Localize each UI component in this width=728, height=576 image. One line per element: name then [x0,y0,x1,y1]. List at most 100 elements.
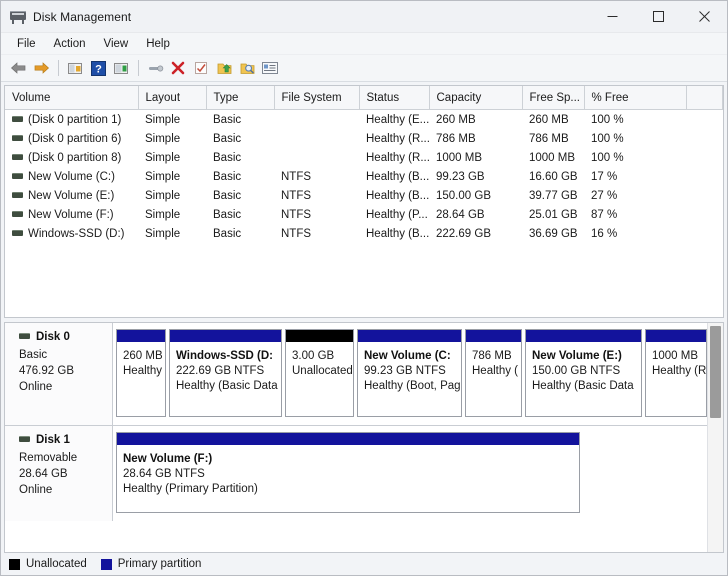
cell-spacer [686,148,723,167]
cell-layout: Simple [145,170,181,183]
cell-spacer [686,205,723,224]
partition-block[interactable]: 260 MB Healthy [116,329,166,417]
scrollbar-thumb[interactable] [710,326,721,418]
table-row[interactable]: (Disk 0 partition 1) Simple Basic Health… [5,110,723,130]
column-type[interactable]: Type [206,86,275,110]
window-controls [589,1,727,32]
menu-view[interactable]: View [95,36,138,52]
disk-pane-scrollbar[interactable] [707,323,723,552]
cell-volume: New Volume (C:) [5,167,138,186]
cell-volume: New Volume (F:) [5,205,138,224]
svg-text:?: ? [95,63,102,75]
table-row[interactable]: (Disk 0 partition 6) Simple Basic Health… [5,129,723,148]
legend-unallocated-label: Unallocated [26,558,87,570]
menu-action[interactable]: Action [45,36,95,52]
checkmark-button[interactable] [190,57,212,79]
show-hide-console-tree-button[interactable]: ? [87,57,109,79]
cell-volume: (Disk 0 partition 6) [5,129,138,148]
partition-name: Windows-SSD (D: [176,350,273,362]
partition-block[interactable]: New Volume (F:) 28.64 GB NTFS Healthy (P… [116,432,580,513]
window-title: Disk Management [33,9,132,24]
minimize-icon[interactable] [589,1,635,32]
table-row[interactable]: New Volume (E:) Simple Basic NTFS Health… [5,186,723,205]
column-layout[interactable]: Layout [138,86,207,110]
menu-file[interactable]: File [8,36,45,52]
disk-icon [19,435,30,442]
list-view-button[interactable] [259,57,281,79]
disk-row-1[interactable]: Disk 1 Removable 28.64 GB Online New Vol… [5,426,723,521]
column-capacity[interactable]: Capacity [429,86,523,110]
up-one-level-button[interactable] [64,57,86,79]
cell-file-system: NTFS [281,189,312,202]
column-status[interactable]: Status [359,86,430,110]
delete-button[interactable] [167,57,189,79]
cell-layout: Simple [145,227,181,240]
partition-color-bar [170,330,281,343]
partition-block[interactable]: 786 MB Healthy ( [465,329,522,417]
cell-volume: Windows-SSD (D:) [5,224,138,243]
new-volume-button[interactable] [213,57,235,79]
title-bar: Disk Management [1,1,727,33]
partition-size: 786 MB [472,350,512,362]
cell-free-space: 36.69 GB [529,227,578,240]
maximize-icon[interactable] [635,1,681,32]
partition-status: Healthy ( [472,365,519,377]
cell-percent-free: 100 % [591,113,624,126]
table-row[interactable]: New Volume (C:) Simple Basic NTFS Health… [5,167,723,186]
column-volume[interactable]: Volume [5,86,139,110]
table-row[interactable]: (Disk 0 partition 8) Simple Basic Health… [5,148,723,167]
partition-color-bar [466,330,521,343]
toolbar-separator [138,60,139,76]
partition-size: 260 MB [123,350,163,362]
back-button[interactable] [7,57,29,79]
partition-block[interactable]: New Volume (E:) 150.00 GB NTFS Healthy (… [525,329,642,417]
partition-block[interactable]: 1000 MB Healthy (R [645,329,707,417]
cell-layout: Simple [145,189,181,202]
partition-color-bar [526,330,641,343]
volume-icon [12,153,23,160]
forward-button[interactable] [30,57,52,79]
partition-size: 1000 MB [652,350,699,362]
partition-color-bar [286,330,353,343]
cell-type: Basic [213,170,242,183]
cell-percent-free: 100 % [591,151,624,164]
partition-block[interactable]: Windows-SSD (D: 222.69 GB NTFS Healthy (… [169,329,282,417]
cell-type: Basic [213,189,242,202]
disk-info-1: Disk 1 Removable 28.64 GB Online [5,426,113,521]
properties-button[interactable] [144,57,166,79]
show-hide-action-pane-button[interactable] [110,57,132,79]
cell-percent-free: 16 % [591,227,618,240]
rescan-disks-button[interactable] [236,57,258,79]
cell-free-space: 16.60 GB [529,170,578,183]
cell-type: Basic [213,113,242,126]
volume-table: Volume Layout Type File System Status Ca… [5,86,723,243]
partition-block[interactable]: New Volume (C: 99.23 GB NTFS Healthy (Bo… [357,329,462,417]
cell-spacer [686,186,723,205]
cell-layout: Simple [145,132,181,145]
volume-icon [12,191,23,198]
column-free-space[interactable]: Free Sp... [522,86,585,110]
close-icon[interactable] [681,1,727,32]
disk-0-kind: Basic [19,349,48,361]
cell-spacer [686,110,723,130]
menu-help[interactable]: Help [137,36,179,52]
column-percent-free[interactable]: % Free [584,86,687,110]
partition-name: New Volume (E:) [532,350,622,362]
disk-1-kind: Removable [19,452,78,464]
column-file-system[interactable]: File System [274,86,360,110]
table-row[interactable]: Windows-SSD (D:) Simple Basic NTFS Healt… [5,224,723,243]
partition-block-unallocated[interactable]: 3.00 GB Unallocated [285,329,354,417]
volume-table-body: (Disk 0 partition 1) Simple Basic Health… [5,110,723,244]
cell-capacity: 260 MB [436,113,476,126]
partition-status: Healthy (R [652,365,706,377]
volume-icon [12,210,23,217]
cell-type: Basic [213,151,242,164]
cell-file-system [274,148,359,167]
disk-1-partitions: New Volume (F:) 28.64 GB NTFS Healthy (P… [113,426,723,521]
toolbar: ? [1,55,727,82]
cell-file-system [274,129,359,148]
disk-row-0[interactable]: Disk 0 Basic 476.92 GB Online 260 MB Hea… [5,323,723,426]
volume-list-pane: Volume Layout Type File System Status Ca… [4,85,724,318]
partition-status: Unallocated [292,365,353,377]
table-row[interactable]: New Volume (F:) Simple Basic NTFS Health… [5,205,723,224]
